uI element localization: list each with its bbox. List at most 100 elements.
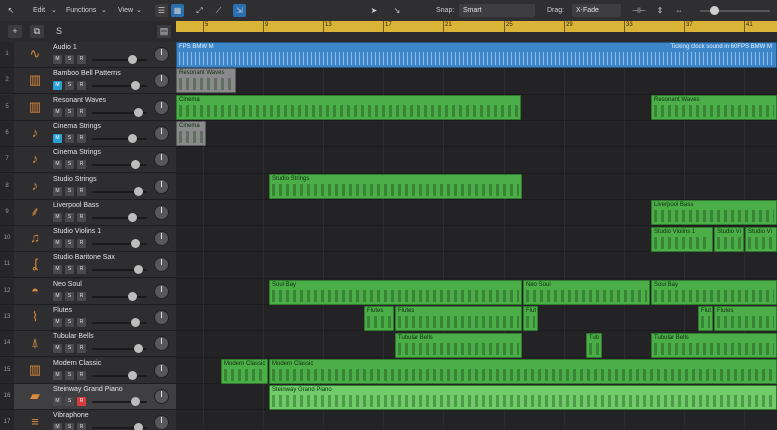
mute-button[interactable]: M bbox=[53, 81, 62, 90]
list-view-icon[interactable]: ☰ bbox=[155, 4, 168, 17]
region-violins-3[interactable]: Studio Vi bbox=[745, 227, 777, 252]
waveform-zoom-icon[interactable]: ⊣⊢ bbox=[632, 4, 646, 17]
pan-knob[interactable] bbox=[154, 73, 169, 88]
pan-knob[interactable] bbox=[154, 152, 169, 167]
solo-button[interactable]: S bbox=[65, 292, 74, 301]
mute-button[interactable]: M bbox=[53, 239, 62, 248]
solo-button[interactable]: S bbox=[65, 187, 74, 196]
track-header-5[interactable]: 5 ▥ Resonant Waves M S R bbox=[0, 95, 176, 121]
flex-tool-icon[interactable]: ⟋ bbox=[212, 4, 225, 17]
pan-knob[interactable] bbox=[154, 336, 169, 351]
volume-slider[interactable] bbox=[92, 239, 147, 248]
pan-knob[interactable] bbox=[154, 389, 169, 404]
solo-button[interactable]: S bbox=[65, 318, 74, 327]
track-header-14[interactable]: 14 ⍋ Tubular Bells M S R bbox=[0, 331, 176, 357]
volume-slider[interactable] bbox=[92, 371, 147, 380]
track-name[interactable]: Resonant Waves bbox=[53, 97, 106, 104]
region-modern-2[interactable]: Modern Classic bbox=[269, 359, 777, 384]
secondary-tool-icon[interactable]: ↘ bbox=[391, 4, 403, 17]
volume-knob[interactable] bbox=[134, 187, 143, 196]
volume-slider[interactable] bbox=[92, 318, 147, 327]
drag-select[interactable]: X-Fade bbox=[572, 4, 621, 17]
track-header-1[interactable]: 1 ∿ Audio 1 MSR bbox=[0, 42, 176, 68]
volume-slider[interactable] bbox=[92, 81, 147, 90]
volume-knob[interactable] bbox=[131, 239, 140, 248]
track-name[interactable]: Studio Baritone Sax bbox=[53, 254, 115, 261]
volume-slider[interactable] bbox=[92, 160, 147, 169]
region-modern-1[interactable]: Modern Classic bbox=[221, 359, 268, 384]
functions-menu[interactable]: Functions bbox=[66, 4, 96, 17]
track-name[interactable]: Flutes bbox=[53, 307, 72, 314]
global-s-icon[interactable]: S bbox=[52, 25, 66, 38]
track-header-9[interactable]: 9 ⸙ Liverpool Bass M S R bbox=[0, 200, 176, 226]
pan-knob[interactable] bbox=[154, 231, 169, 246]
record-enable-button[interactable]: R bbox=[77, 108, 86, 117]
pan-knob[interactable] bbox=[154, 100, 169, 115]
volume-slider[interactable] bbox=[92, 134, 147, 143]
volume-knob[interactable] bbox=[131, 318, 140, 327]
mute-button[interactable]: M bbox=[53, 344, 62, 353]
back-arrow-icon[interactable]: ↖ bbox=[4, 4, 18, 17]
region-soul-1[interactable]: Soul Bay bbox=[269, 280, 522, 305]
track-name[interactable]: Neo Soul bbox=[53, 281, 82, 288]
solo-button[interactable]: S bbox=[65, 371, 74, 380]
track-name[interactable]: Cinema Strings bbox=[53, 123, 101, 130]
snap-select[interactable]: Smart bbox=[459, 4, 535, 17]
volume-slider[interactable] bbox=[92, 265, 147, 274]
volume-slider[interactable] bbox=[92, 187, 147, 196]
track-name[interactable]: Studio Strings bbox=[53, 176, 97, 183]
mute-button[interactable]: M bbox=[53, 213, 62, 222]
record-enable-button[interactable]: R bbox=[77, 397, 86, 406]
region-bells-1[interactable]: Tubular Bells bbox=[395, 333, 522, 358]
pan-knob[interactable] bbox=[154, 47, 169, 62]
track-options-icon[interactable]: ▤ bbox=[157, 25, 171, 38]
region-studio-strings[interactable]: Studio Strings bbox=[269, 174, 522, 199]
mute-button[interactable]: M bbox=[53, 265, 62, 274]
mute-button[interactable]: M bbox=[53, 423, 62, 430]
volume-slider[interactable] bbox=[92, 423, 147, 430]
region-resonant-1[interactable]: Cinema bbox=[176, 95, 521, 120]
track-name[interactable]: Bamboo Bell Patterns bbox=[53, 70, 121, 77]
record-enable-button[interactable]: R bbox=[77, 55, 86, 64]
track-name[interactable]: Liverpool Bass bbox=[53, 202, 99, 209]
region-resonant-2[interactable]: Resonant Waves bbox=[651, 95, 777, 120]
record-enable-button[interactable]: R bbox=[77, 187, 86, 196]
mute-button[interactable]: M bbox=[53, 292, 62, 301]
edit-menu[interactable]: Edit bbox=[33, 4, 45, 17]
region-liverpool-bass[interactable]: Liverpool Bass bbox=[651, 200, 777, 225]
record-enable-button[interactable]: R bbox=[77, 239, 86, 248]
mute-button[interactable]: M bbox=[53, 318, 62, 327]
pan-knob[interactable] bbox=[154, 257, 169, 272]
solo-button[interactable]: S bbox=[65, 397, 74, 406]
duplicate-track-icon[interactable]: ⧉ bbox=[30, 25, 44, 38]
pan-knob[interactable] bbox=[154, 284, 169, 299]
horizontal-zoom-icon[interactable]: ⇔ bbox=[673, 4, 685, 17]
record-enable-button[interactable]: R bbox=[77, 134, 86, 143]
solo-button[interactable]: S bbox=[65, 213, 74, 222]
mute-button[interactable]: M bbox=[53, 397, 62, 406]
pan-knob[interactable] bbox=[154, 205, 169, 220]
region-flutes-2[interactable]: Flutes bbox=[395, 306, 522, 331]
track-name[interactable]: Steinway Grand Piano bbox=[53, 386, 123, 393]
region-soul-2[interactable]: Neo Soul bbox=[523, 280, 650, 305]
volume-knob[interactable] bbox=[128, 134, 137, 143]
region-flutes-4[interactable]: Flut bbox=[698, 306, 713, 331]
volume-knob[interactable] bbox=[131, 81, 140, 90]
volume-slider[interactable] bbox=[92, 213, 147, 222]
track-header-16[interactable]: 16 ▰ Steinway Grand Piano M S R bbox=[0, 384, 176, 410]
region-violins-2[interactable]: Studio Vi bbox=[714, 227, 744, 252]
solo-button[interactable]: S bbox=[65, 265, 74, 274]
track-header-2[interactable]: 2 ▥ Bamboo Bell Patterns M S R bbox=[0, 68, 176, 94]
track-header-6[interactable]: 6 ♪ Cinema Strings M S R bbox=[0, 121, 176, 147]
mute-button[interactable]: M bbox=[53, 55, 62, 64]
solo-button[interactable]: S bbox=[65, 160, 74, 169]
pan-knob[interactable] bbox=[154, 415, 169, 430]
volume-slider[interactable] bbox=[92, 397, 147, 406]
mute-button[interactable]: M bbox=[53, 371, 62, 380]
solo-button[interactable]: S bbox=[65, 423, 74, 430]
volume-knob[interactable] bbox=[131, 160, 140, 169]
track-header-17[interactable]: 17 ≡ Vibraphone M S R bbox=[0, 410, 176, 430]
region-bells-2[interactable]: Tub bbox=[586, 333, 602, 358]
record-enable-button[interactable]: R bbox=[77, 423, 86, 430]
track-header-12[interactable]: 12 ◓ Neo Soul M S R bbox=[0, 279, 176, 305]
